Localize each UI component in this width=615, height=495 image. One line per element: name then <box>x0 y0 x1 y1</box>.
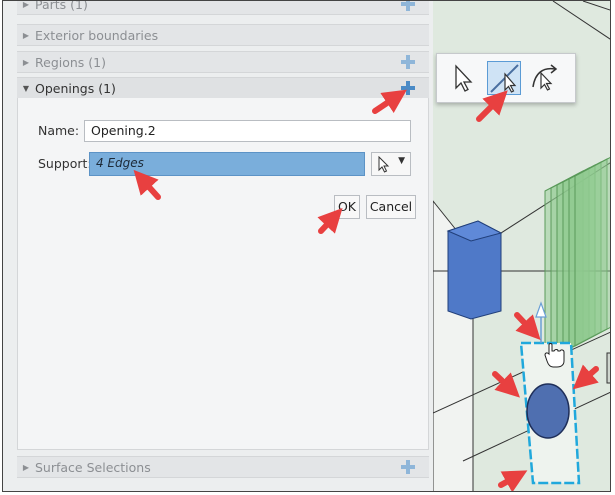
tool-edge-select[interactable] <box>487 61 521 95</box>
section-parts[interactable]: ▶ Parts (1) <box>17 0 429 15</box>
select-arrow-icon <box>455 64 473 92</box>
surface-select-icon <box>532 64 558 91</box>
section-label: Exterior boundaries <box>35 27 159 43</box>
section-label: Surface Selections <box>35 459 151 475</box>
openings-panel: ▶ Parts (1) ▶ Exterior boundaries ▶ Regi… <box>3 0 433 491</box>
collapse-triangle-icon: ▶ <box>22 57 30 67</box>
selection-mode-dropdown[interactable]: ▼ <box>371 152 411 176</box>
section-surface-selections[interactable]: ▶ Surface Selections <box>17 456 429 478</box>
tool-surface-select[interactable] <box>529 61 563 95</box>
opening-editor: Name: Opening.2 Support: 4 Edges ▼ OK Ca… <box>17 98 429 450</box>
name-input[interactable]: Opening.2 <box>84 120 411 142</box>
cancel-button[interactable]: Cancel <box>366 195 416 219</box>
section-label: Regions (1) <box>35 54 106 70</box>
add-part-icon[interactable] <box>401 1 415 11</box>
tool-select[interactable] <box>445 61 479 95</box>
section-regions[interactable]: ▶ Regions (1) <box>17 51 429 73</box>
chevron-down-icon: ▼ <box>398 156 405 166</box>
support-field[interactable]: 4 Edges <box>89 152 365 176</box>
section-label: Openings (1) <box>35 80 116 96</box>
selection-toolbar <box>436 53 576 103</box>
section-label: Parts (1) <box>35 0 88 12</box>
edge-select-icon <box>490 64 519 93</box>
ok-button[interactable]: OK <box>334 195 360 219</box>
collapse-triangle-icon: ▶ <box>22 0 30 9</box>
expand-triangle-icon: ▼ <box>22 83 30 93</box>
add-region-icon[interactable] <box>401 55 415 69</box>
add-opening-icon[interactable] <box>401 81 415 95</box>
window-frame: ▶ Parts (1) ▶ Exterior boundaries ▶ Regi… <box>2 0 611 492</box>
name-label: Name: <box>38 123 80 138</box>
section-openings[interactable]: ▼ Openings (1) <box>17 77 429 99</box>
collapse-triangle-icon: ▶ <box>22 462 30 472</box>
support-label: Support: <box>38 156 92 171</box>
collapse-triangle-icon: ▶ <box>22 30 30 40</box>
add-surface-selection-icon[interactable] <box>401 460 415 474</box>
section-exterior-boundaries[interactable]: ▶ Exterior boundaries <box>17 24 429 46</box>
cursor-arrow-icon <box>378 156 390 173</box>
